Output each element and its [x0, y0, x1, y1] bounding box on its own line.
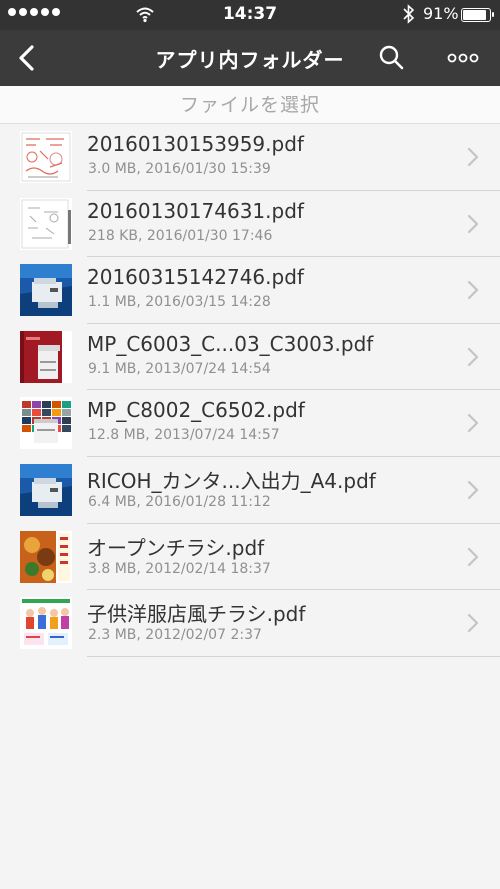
- file-meta: 9.1 MB, 2013/07/24 14:54: [88, 360, 271, 377]
- chevron-right-icon: [467, 614, 479, 633]
- chevron-right-icon: [467, 147, 479, 167]
- chevron-right-icon: [467, 480, 479, 500]
- file-row[interactable]: 20160130174631.pdf 218 KB, 2016/01/30 17:…: [0, 191, 500, 258]
- file-thumbnail: [20, 463, 72, 516]
- select-file-header: ファイルを選択: [0, 86, 500, 124]
- file-meta: 1.1 MB, 2016/03/15 14:28: [88, 294, 271, 311]
- file-name: 子供洋服店風チラシ.pdf: [87, 602, 306, 627]
- battery-percent: 91%: [423, 4, 459, 23]
- status-bar: 14:37 91%: [0, 0, 500, 30]
- file-name: 20160315142746.pdf: [87, 265, 304, 290]
- bluetooth-icon: [403, 4, 415, 24]
- file-thumbnail: [20, 131, 72, 183]
- file-thumbnail: [20, 397, 72, 450]
- file-row[interactable]: 20160130153959.pdf 3.0 MB, 2016/01/30 15:…: [0, 124, 500, 191]
- chevron-right-icon: [467, 347, 479, 366]
- file-row[interactable]: オープンチラシ.pdf 3.8 MB, 2012/02/14 18:37: [0, 524, 500, 591]
- file-meta: 3.8 MB, 2012/02/14 18:37: [88, 560, 271, 577]
- file-meta: 3.0 MB, 2016/01/30 15:39: [88, 161, 271, 177]
- file-thumbnail: [20, 330, 72, 383]
- file-thumbnail: [20, 530, 72, 583]
- file-name: オープンチラシ.pdf: [87, 535, 265, 560]
- file-meta: 218 KB, 2016/01/30 17:46: [88, 227, 273, 244]
- file-row[interactable]: 20160315142746.pdf 1.1 MB, 2016/03/15 14:…: [0, 257, 500, 324]
- file-name: MP_C8002_C6502.pdf: [87, 398, 305, 423]
- file-name: 20160130153959.pdf: [87, 132, 304, 156]
- chevron-right-icon: [467, 414, 479, 433]
- more-icon[interactable]: [444, 42, 484, 74]
- file-name: MP_C6003_C...03_C3003.pdf: [87, 331, 374, 356]
- file-meta: 12.8 MB, 2013/07/24 14:57: [88, 427, 280, 444]
- file-row[interactable]: RICOH_カンタ...入出力_A4.pdf 6.4 MB, 2016/01/28…: [0, 457, 500, 524]
- chevron-right-icon: [467, 214, 479, 233]
- file-name: 20160130174631.pdf: [87, 198, 304, 223]
- file-list: 20160130153959.pdf 3.0 MB, 2016/01/30 15:…: [0, 124, 500, 657]
- file-thumbnail: [20, 264, 72, 317]
- file-row[interactable]: MP_C8002_C6502.pdf 12.8 MB, 2013/07/24 14…: [0, 390, 500, 457]
- chevron-right-icon: [467, 281, 479, 300]
- file-thumbnail: [20, 197, 72, 250]
- file-row[interactable]: MP_C6003_C...03_C3003.pdf 9.1 MB, 2013/07…: [0, 324, 500, 391]
- battery-icon: [461, 8, 494, 22]
- file-row[interactable]: 子供洋服店風チラシ.pdf 2.3 MB, 2012/02/07 2:37: [0, 590, 500, 657]
- file-meta: 2.3 MB, 2012/02/07 2:37: [88, 627, 262, 644]
- search-icon[interactable]: [376, 42, 408, 74]
- page-title: アプリ内フォルダー: [155, 48, 345, 72]
- navigation-bar: アプリ内フォルダー: [0, 30, 500, 86]
- file-meta: 6.4 MB, 2016/01/28 11:12: [88, 493, 271, 510]
- file-thumbnail: [20, 597, 72, 650]
- chevron-right-icon: [467, 547, 479, 566]
- file-name: RICOH_カンタ...入出力_A4.pdf: [87, 468, 376, 493]
